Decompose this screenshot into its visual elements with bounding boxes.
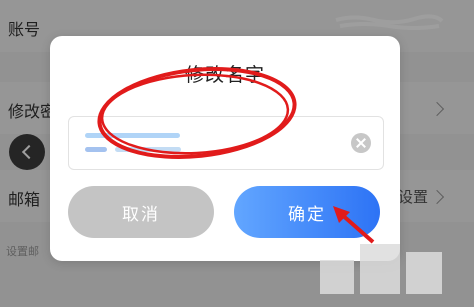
confirm-button[interactable]: 确定 [234,186,380,238]
dialog-title: 修改名字 [184,64,265,86]
clear-input-icon[interactable] [351,133,371,153]
redacted-name-line [85,133,180,138]
watermark [320,238,450,302]
name-input-value [85,129,185,157]
name-input[interactable] [68,116,384,170]
redacted-name-line [115,147,181,152]
cancel-button[interactable]: 取消 [68,186,214,238]
redacted-name-line [85,147,107,152]
rename-dialog: 修改名字 取消 确定 [50,36,400,261]
